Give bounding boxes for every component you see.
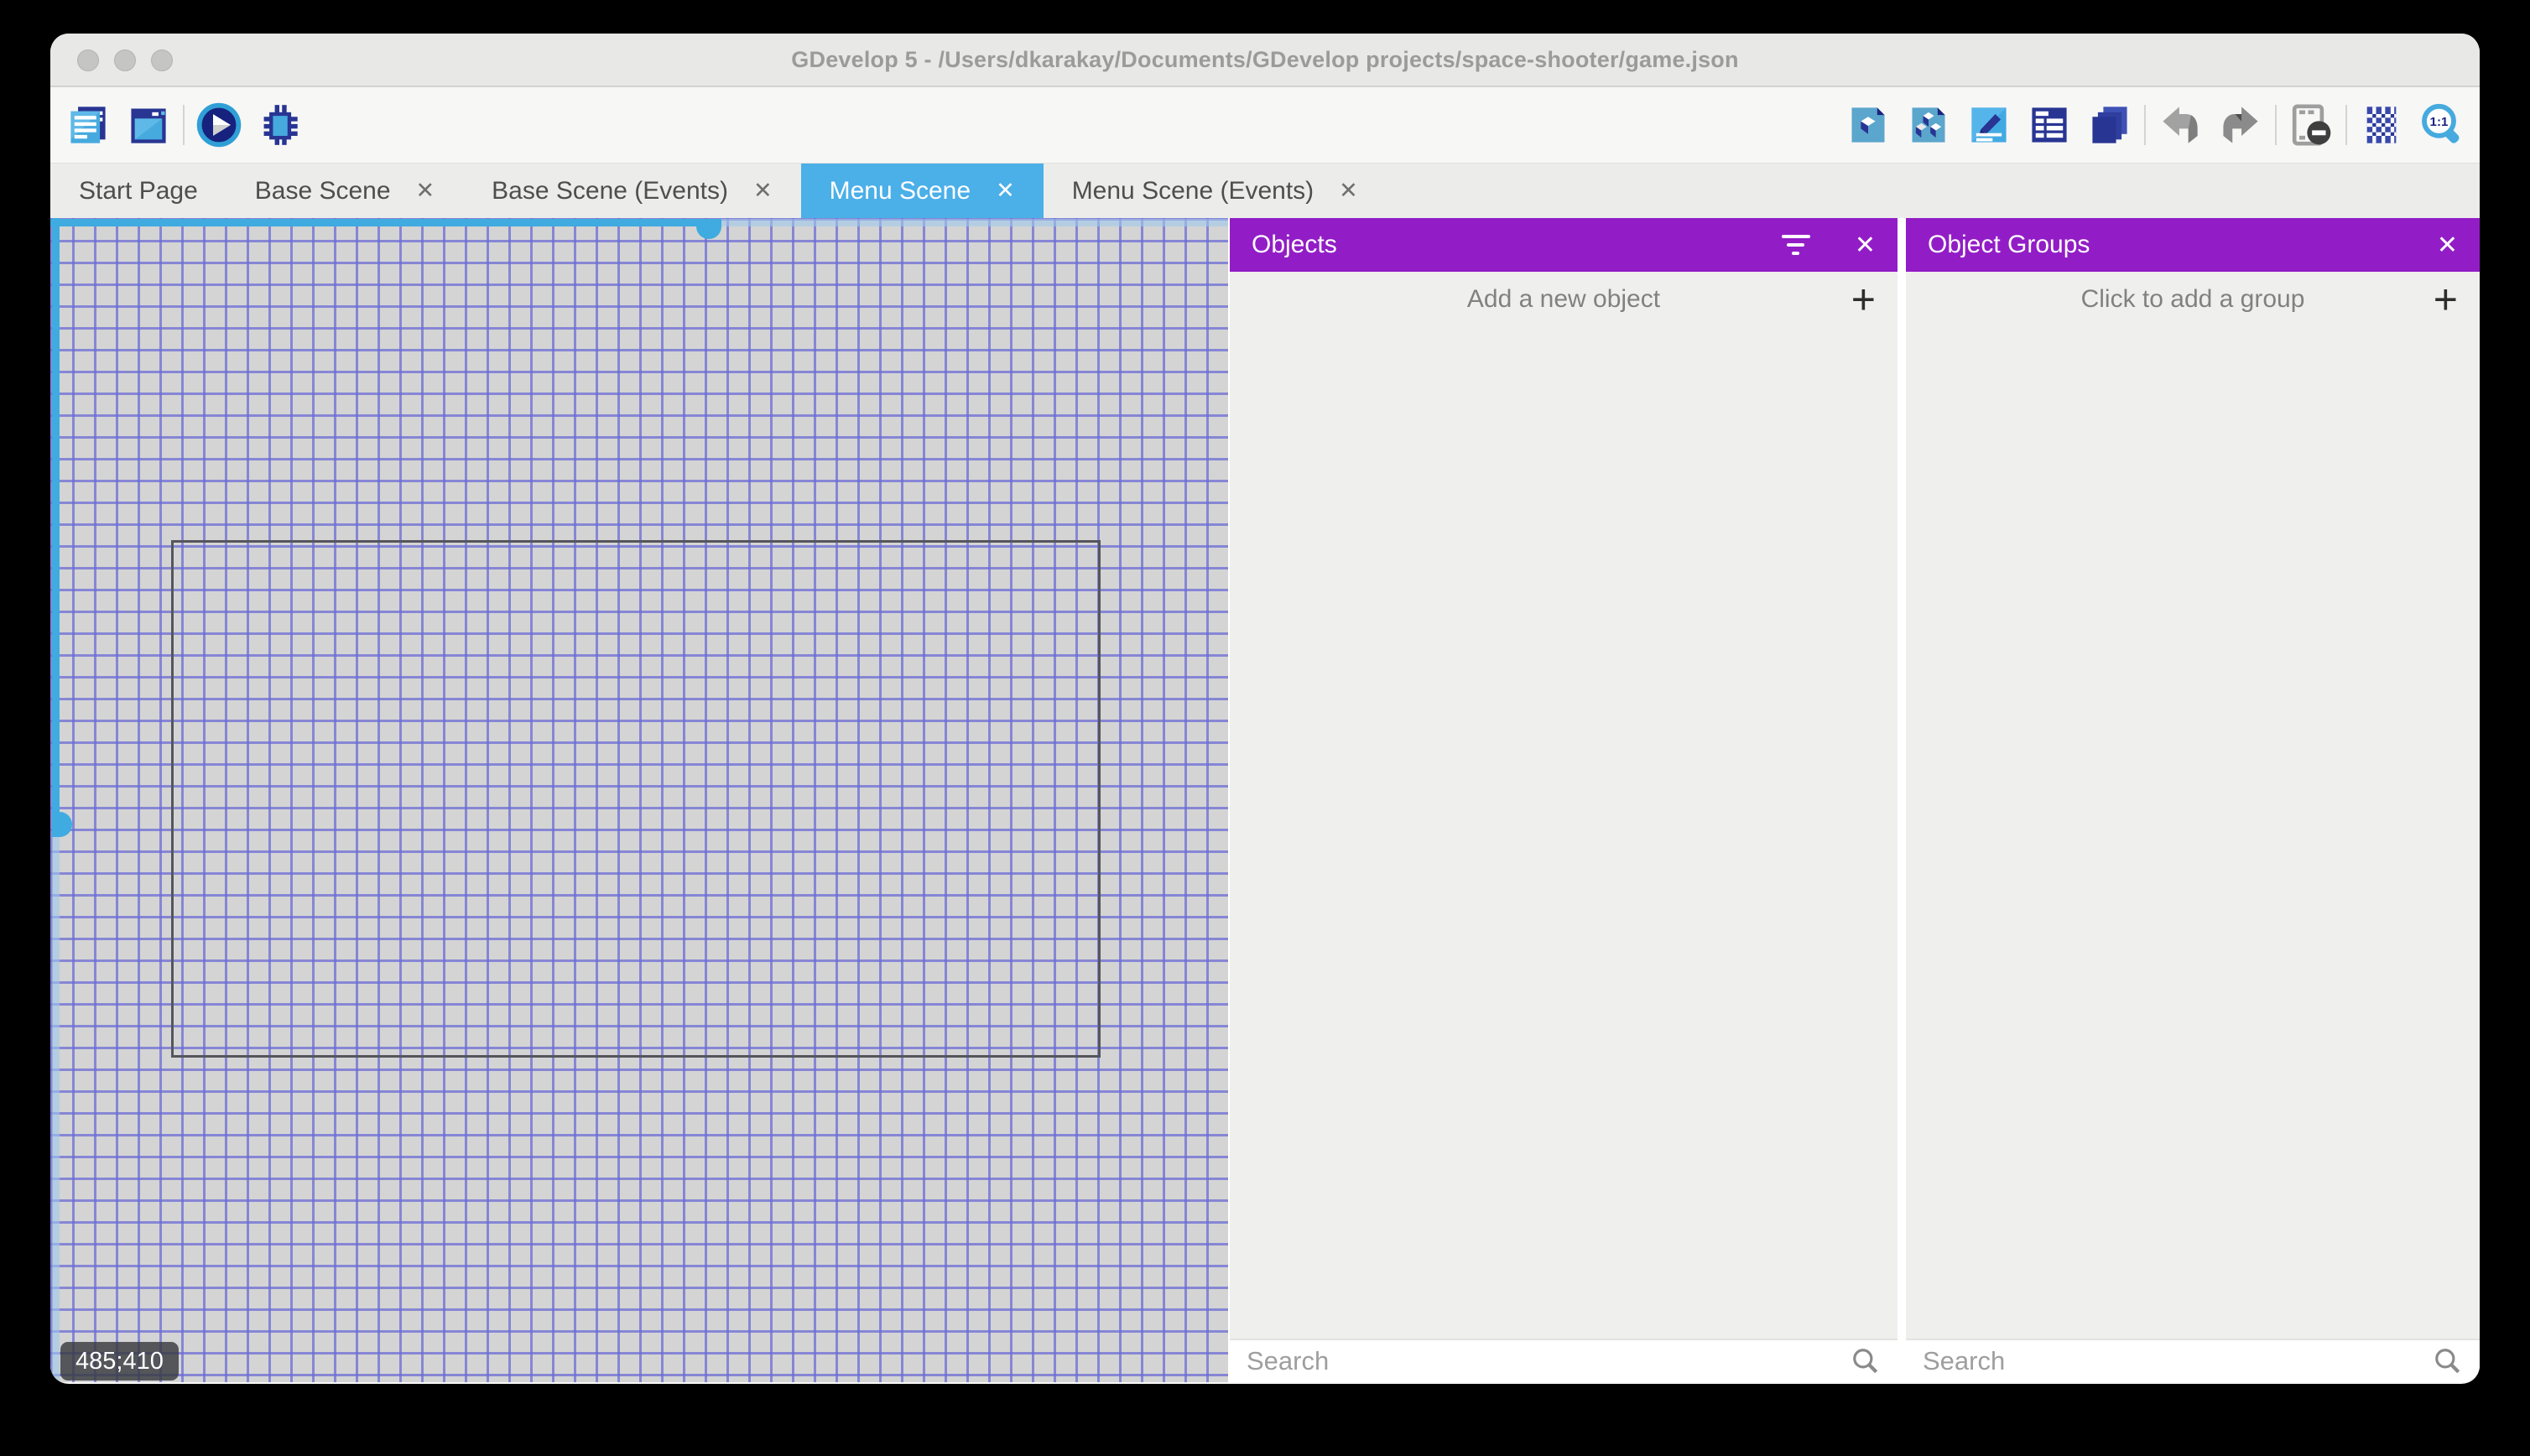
zoom-icon: 1:1 <box>2422 103 2460 143</box>
project-manager-icon <box>70 107 106 143</box>
object-groups-list[interactable] <box>1906 327 2480 1339</box>
horizontal-scrollbar-track[interactable] <box>713 219 1228 226</box>
tab-base-scene-events[interactable]: Base Scene (Events) ✕ <box>463 164 800 218</box>
open-instances-list-button[interactable] <box>2025 101 2074 149</box>
redo-icon <box>2223 107 2258 143</box>
window-controls <box>77 49 173 71</box>
window-title: GDevelop 5 - /Users/dkarakay/Documents/G… <box>791 46 1739 72</box>
instances-list-icon <box>2032 107 2067 143</box>
object-groups-search-input[interactable] <box>1923 1346 2433 1376</box>
tab-label: Base Scene <box>254 176 391 205</box>
tab-label: Menu Scene <box>829 176 971 205</box>
close-window-button[interactable] <box>77 49 99 71</box>
window-mask-icon <box>2292 104 2331 146</box>
tab-base-scene[interactable]: Base Scene ✕ <box>226 164 463 218</box>
toolbar-separator <box>2144 105 2146 145</box>
toolbar-separator <box>2275 105 2277 145</box>
object-groups-panel-close-button[interactable]: ✕ <box>2437 231 2458 260</box>
zoom-original-button[interactable]: 1:1 <box>2418 101 2466 149</box>
tab-label: Menu Scene (Events) <box>1071 176 1314 205</box>
vertical-scrollbar-thumb[interactable] <box>52 812 72 837</box>
gdevelop-window: GDevelop 5 - /Users/dkarakay/Documents/G… <box>50 34 2480 1384</box>
object-groups-search-row <box>1906 1339 2480 1382</box>
search-icon <box>1853 1349 1878 1374</box>
start-page-window-button[interactable] <box>124 101 173 149</box>
search-icon <box>2435 1349 2460 1374</box>
toggle-window-mask-button[interactable] <box>2287 101 2335 149</box>
object-groups-panel: Object Groups ✕ Click to add a group + <box>1906 218 2480 1382</box>
tab-menu-scene[interactable]: Menu Scene ✕ <box>800 164 1044 218</box>
horizontal-scrollbar-fill[interactable] <box>50 219 713 226</box>
properties-icon <box>1971 107 2007 143</box>
add-group-label: Click to add a group <box>2080 285 2305 313</box>
tab-close-icon[interactable]: ✕ <box>753 178 773 204</box>
add-object-button[interactable]: + <box>1851 275 1876 324</box>
project-manager-button[interactable] <box>64 101 112 149</box>
tab-close-icon[interactable]: ✕ <box>416 178 435 204</box>
open-objects-editor-button[interactable] <box>1844 101 1892 149</box>
open-object-groups-editor-button[interactable] <box>1904 101 1953 149</box>
tab-label: Start Page <box>79 176 198 205</box>
vertical-scrollbar-fill[interactable] <box>52 218 60 824</box>
tab-start-page[interactable]: Start Page <box>50 164 226 218</box>
object-groups-editor-icon <box>1912 107 1945 143</box>
tab-menu-scene-events[interactable]: Menu Scene (Events) ✕ <box>1044 164 1387 218</box>
redo-button[interactable] <box>2216 101 2265 149</box>
filter-icon <box>1781 235 1811 255</box>
close-icon: ✕ <box>2436 231 2458 259</box>
main-toolbar: 1:1 <box>50 87 2480 163</box>
maximize-window-button[interactable] <box>151 49 173 71</box>
undo-button[interactable] <box>2156 101 2205 149</box>
scene-window-icon <box>131 108 166 143</box>
objects-filter-button[interactable] <box>1781 235 1811 255</box>
toolbar-separator <box>183 105 185 145</box>
object-groups-panel-header: Object Groups ✕ <box>1906 218 2480 272</box>
titlebar: GDevelop 5 - /Users/dkarakay/Documents/G… <box>50 34 2480 87</box>
objects-panel-close-button[interactable]: ✕ <box>1855 231 1876 260</box>
objects-editor-icon <box>1851 107 1885 143</box>
objects-search-row <box>1230 1339 1898 1382</box>
vertical-scrollbar-track[interactable] <box>52 824 60 1382</box>
undo-icon <box>2163 107 2198 143</box>
objects-panel: Objects ✕ Add a new object + <box>1228 218 1898 1382</box>
horizontal-scrollbar-thumb[interactable] <box>696 219 721 239</box>
add-group-row[interactable]: Click to add a group + <box>1906 272 2480 327</box>
tab-close-icon[interactable]: ✕ <box>996 178 1015 204</box>
tab-close-icon[interactable]: ✕ <box>1339 178 1358 204</box>
editor-content: 485;410 Objects ✕ Add a new object + Sea… <box>50 218 2480 1382</box>
tab-label: Base Scene (Events) <box>492 176 728 205</box>
open-layers-editor-button[interactable] <box>2085 101 2134 149</box>
objects-list[interactable] <box>1230 327 1898 1339</box>
scene-editor-canvas[interactable]: 485;410 <box>50 218 1228 1382</box>
grid-icon <box>2366 107 2397 143</box>
preview-play-icon <box>196 102 242 148</box>
preview-button[interactable] <box>195 101 243 149</box>
debug-icon <box>263 105 298 145</box>
debug-button[interactable] <box>255 101 304 149</box>
add-object-label: Add a new object <box>1466 285 1661 313</box>
svg-text:1:1: 1:1 <box>2430 115 2449 129</box>
editor-tabbar: Start Page Base Scene ✕ Base Scene (Even… <box>50 163 2480 218</box>
add-object-row[interactable]: Add a new object + <box>1230 272 1898 327</box>
add-group-button[interactable]: + <box>2434 275 2458 324</box>
layers-icon <box>2092 107 2127 143</box>
game-window-frame <box>171 540 1101 1058</box>
open-properties-button[interactable] <box>1965 101 2013 149</box>
close-icon: ✕ <box>1854 231 1876 259</box>
object-groups-panel-title: Object Groups <box>1928 231 2090 258</box>
objects-search-input[interactable] <box>1247 1346 1851 1376</box>
toggle-grid-button[interactable] <box>2357 101 2406 149</box>
objects-panel-title: Objects <box>1252 231 1337 258</box>
minimize-window-button[interactable] <box>114 49 136 71</box>
toolbar-separator <box>2345 105 2347 145</box>
cursor-coordinates-badge: 485;410 <box>60 1342 179 1381</box>
panel-divider <box>1898 218 1906 1382</box>
objects-panel-header: Objects ✕ <box>1230 218 1898 272</box>
